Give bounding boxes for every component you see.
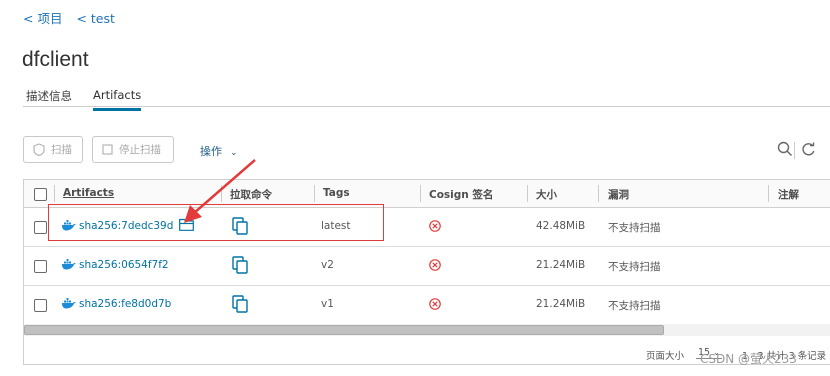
refresh-icon[interactable] [801, 142, 816, 157]
stop-scan-button-label: 停止扫描 [119, 144, 161, 156]
shield-icon [33, 143, 45, 156]
annotation-arrow [184, 159, 256, 223]
tab-description[interactable]: 描述信息 [26, 88, 72, 104]
copy-icon[interactable] [232, 295, 248, 313]
column-divider [527, 185, 528, 202]
docker-whale-icon [62, 298, 76, 309]
artifact-size: 42.48MiB [536, 220, 586, 232]
toolbar-divider [794, 142, 795, 159]
breadcrumb: < 项目 < test [23, 8, 125, 27]
stop-icon [102, 144, 113, 155]
header-cosign: Cosign 签名 [429, 189, 494, 201]
page-size-label: 页面大小 [646, 351, 685, 362]
horizontal-scrollbar[interactable] [24, 324, 830, 336]
artifact-digest-link[interactable]: sha256:0654f7f2 [79, 259, 169, 271]
vulnerability-status: 不支持扫描 [608, 300, 661, 312]
table-row: sha256:fe8d0d7b v1 21.24MiB 不支持扫描 [24, 285, 830, 325]
table-row: sha256:0654f7f2 v2 21.24MiB 不支持扫描 [24, 246, 830, 286]
row-checkbox[interactable] [34, 299, 47, 312]
scrollbar-thumb[interactable] [24, 325, 664, 335]
search-icon[interactable] [777, 141, 793, 157]
header-vulnerabilities: 漏洞 [608, 189, 629, 201]
breadcrumb-projects-link[interactable]: < 项目 [23, 11, 62, 26]
vulnerability-status: 不支持扫描 [608, 222, 661, 234]
header-artifacts[interactable]: Artifacts [63, 187, 114, 199]
x-circle-icon [429, 298, 441, 310]
artifact-size: 21.24MiB [536, 259, 586, 271]
scan-button-label: 扫描 [51, 144, 72, 156]
stop-scan-button[interactable]: 停止扫描 [92, 136, 174, 163]
docker-whale-icon [62, 259, 76, 270]
row-checkbox[interactable] [34, 221, 47, 234]
select-all-checkbox[interactable] [34, 188, 47, 201]
page-title: dfclient [22, 48, 89, 71]
header-size: 大小 [536, 189, 557, 201]
artifact-digest-link[interactable]: sha256:fe8d0d7b [79, 298, 171, 310]
column-divider [768, 185, 769, 202]
artifact-tag: v1 [321, 298, 334, 310]
scan-button[interactable]: 扫描 [23, 136, 83, 163]
row-checkbox[interactable] [34, 260, 47, 273]
x-circle-icon [429, 259, 441, 271]
artifact-size: 21.24MiB [536, 298, 586, 310]
x-circle-icon [429, 220, 441, 232]
watermark: CSDN @萤火233 [700, 352, 797, 366]
vulnerability-status: 不支持扫描 [608, 261, 661, 273]
header-tags: Tags [323, 187, 350, 199]
column-divider [54, 185, 55, 202]
artifact-tag: v2 [321, 259, 334, 271]
header-annotations: 注解 [778, 189, 799, 201]
column-divider [314, 185, 315, 202]
breadcrumb-test-link[interactable]: < test [76, 11, 114, 26]
column-divider [598, 185, 599, 202]
tab-bar: 描述信息 Artifacts [23, 82, 830, 111]
column-divider [420, 185, 421, 202]
copy-icon[interactable] [232, 256, 248, 274]
tab-artifacts[interactable]: Artifacts [93, 88, 142, 111]
